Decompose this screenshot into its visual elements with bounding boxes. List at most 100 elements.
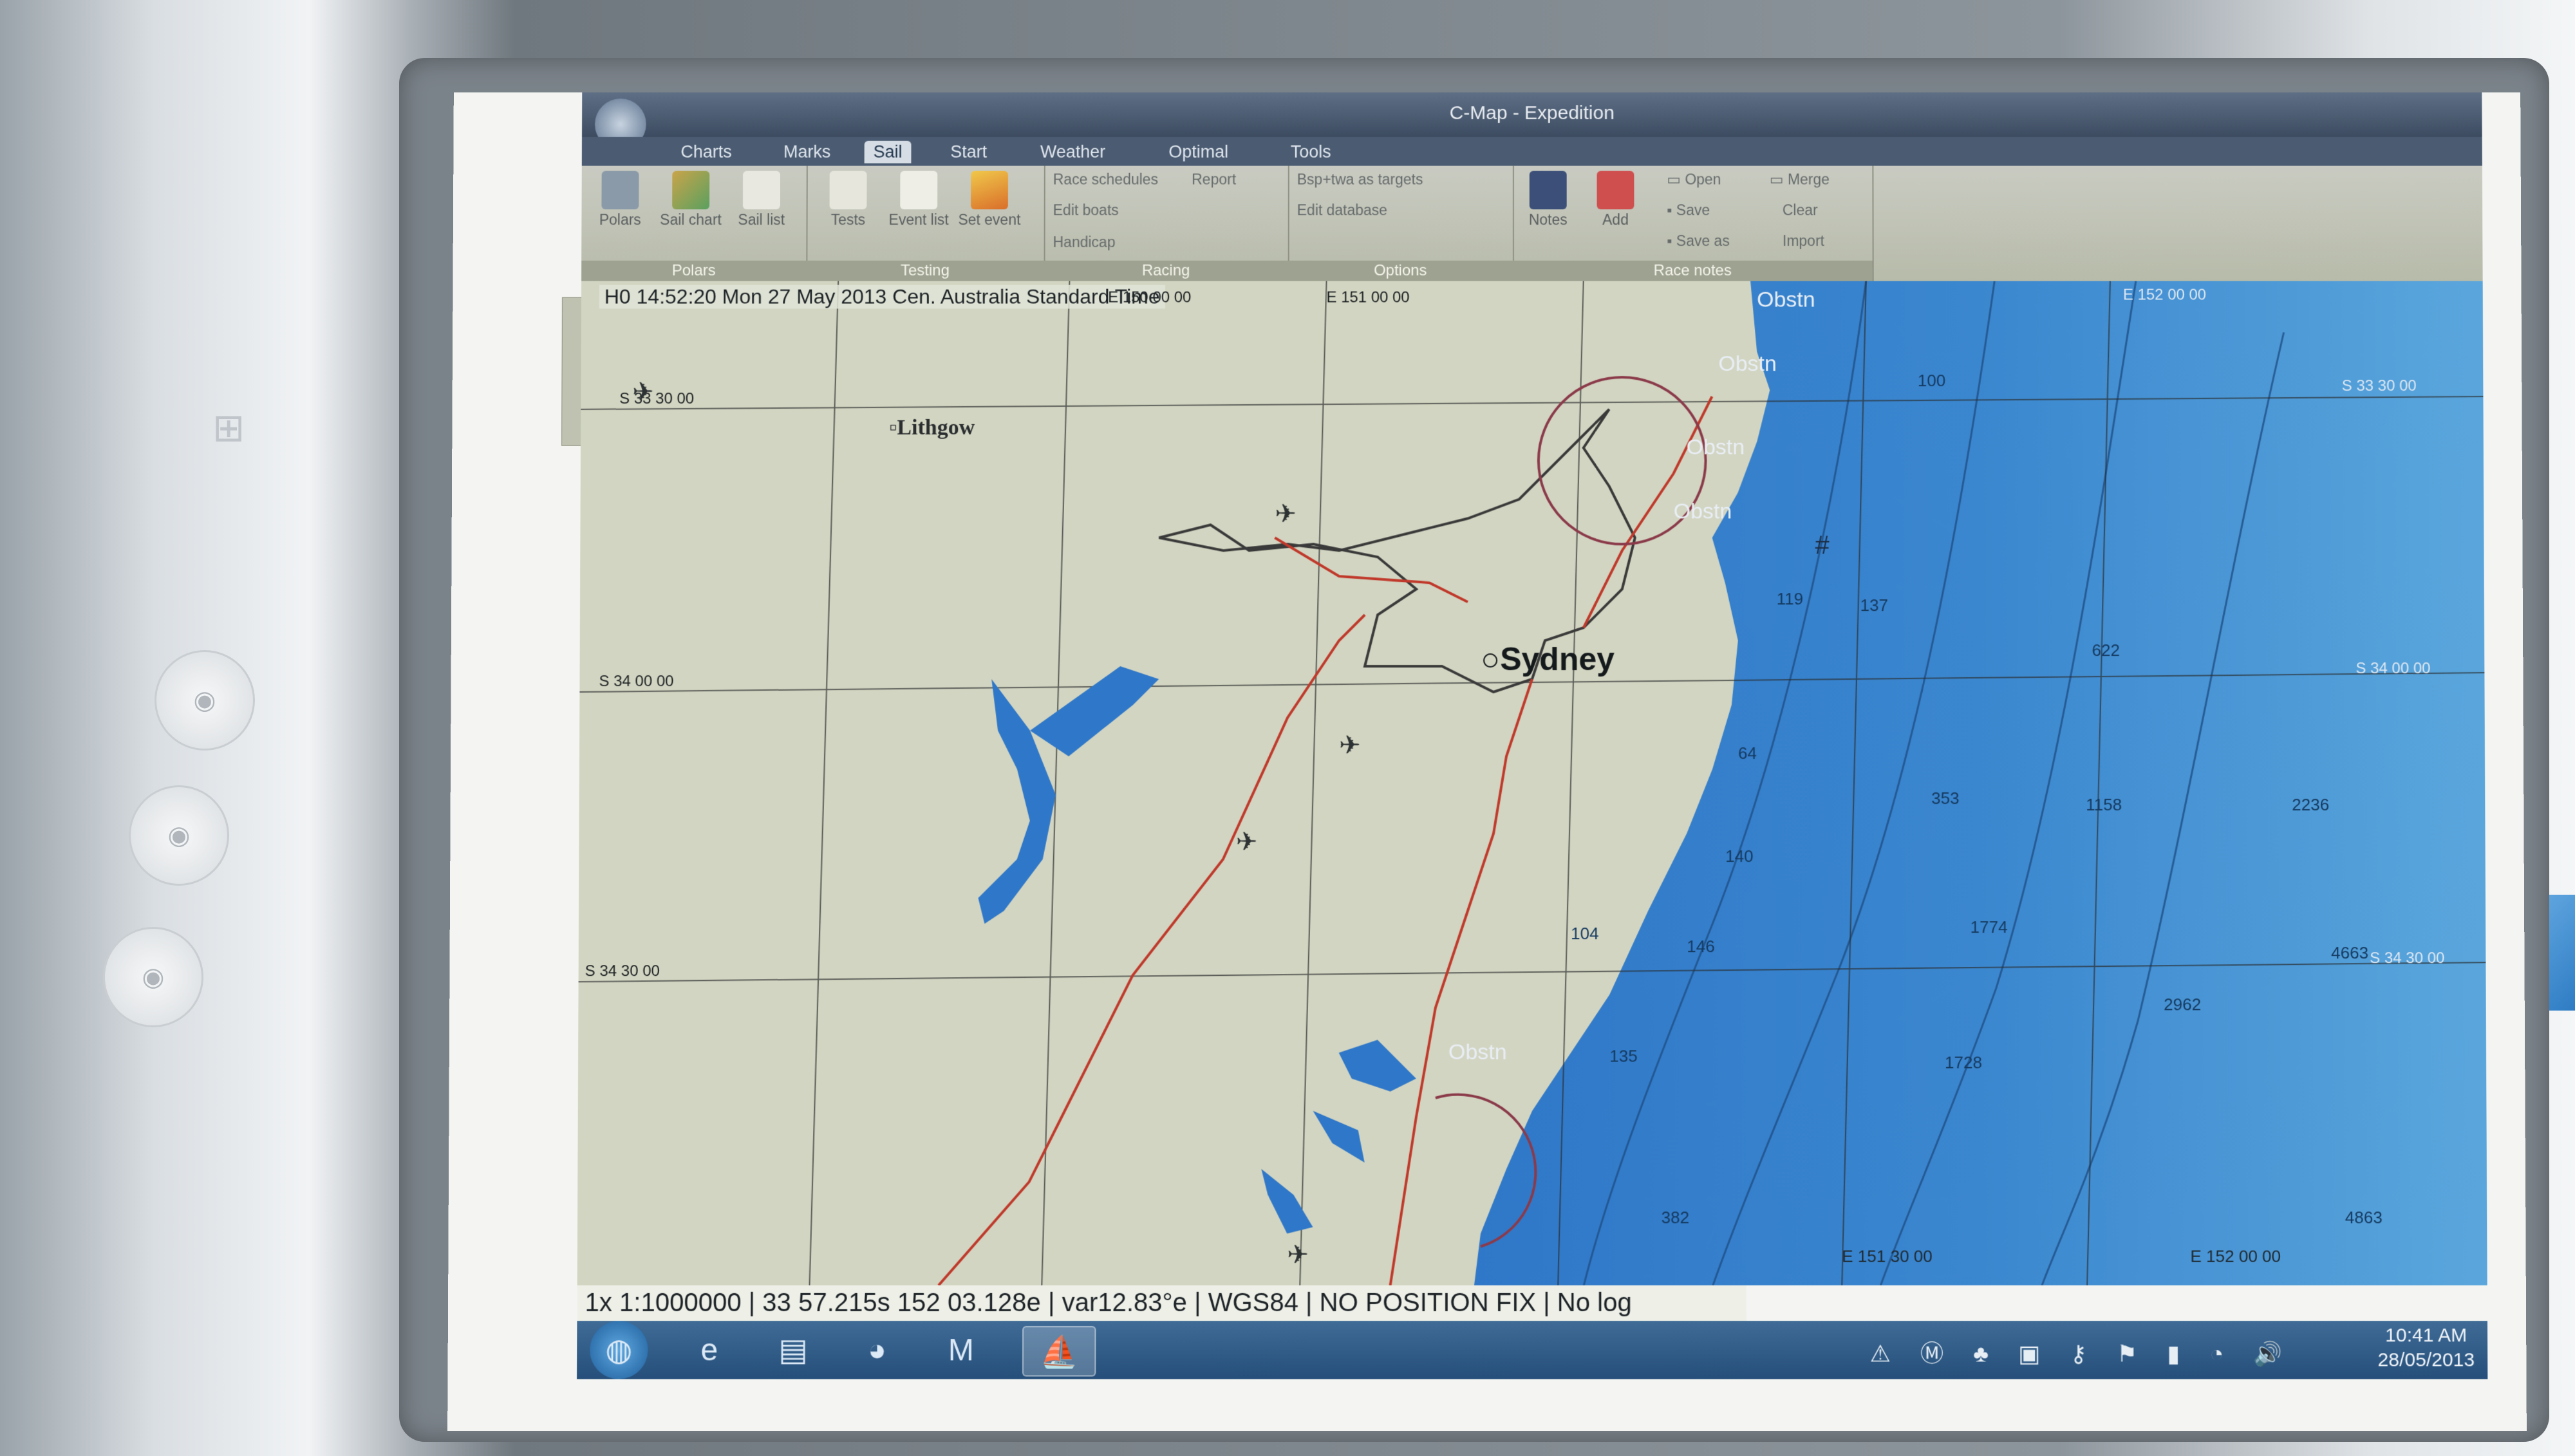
city-label-lithgow: ▫Lithgow bbox=[889, 415, 975, 440]
race-schedules-link[interactable]: Race schedules bbox=[1053, 171, 1158, 189]
save-link[interactable]: ▪ Save bbox=[1667, 201, 1710, 219]
sail-list-button[interactable]: Sail list bbox=[729, 171, 794, 228]
obstruction-label: Obstn bbox=[1673, 499, 1732, 524]
start-button-icon[interactable]: ◍ bbox=[590, 1321, 648, 1379]
airport-icon: ✈ bbox=[1287, 1240, 1309, 1269]
add-button[interactable]: Add bbox=[1584, 171, 1648, 228]
tablet-screen: C-Map - Expedition Charts Marks Sail Sta… bbox=[447, 92, 2527, 1431]
system-tray-icons[interactable]: ⚠ Ⓜ ♣ ▣ ⚷ ⚑ ▮ ◔ 🔊 bbox=[1870, 1335, 2294, 1368]
group-race-notes: Notes Add ▭ Open ▪ Save ▪ Save as ▭ Merg… bbox=[1512, 165, 1874, 281]
globe-app-icon[interactable]: ◕ bbox=[841, 1326, 912, 1374]
obstruction-label: Obstn bbox=[1757, 287, 1815, 312]
lat-label: S 34 30 00 bbox=[2370, 949, 2445, 967]
wreck-hash-icon: # bbox=[1815, 531, 1830, 560]
tab-sail[interactable]: Sail bbox=[864, 140, 912, 163]
obstruction-label: Obstn bbox=[1448, 1040, 1507, 1065]
tab-charts[interactable]: Charts bbox=[671, 141, 740, 163]
ribbon-tabs: Charts Marks Sail Start Weather Optimal … bbox=[581, 136, 2482, 166]
tab-optimal[interactable]: Optimal bbox=[1159, 141, 1237, 163]
town-marker-icon: ▫ bbox=[889, 415, 897, 440]
obstruction-label: Obstn bbox=[1718, 351, 1777, 377]
depth-sounding: 4663 bbox=[2331, 943, 2369, 963]
windows-taskbar: ◍ e ▤ ◕ M ⛵ ⚠ Ⓜ ♣ ▣ ⚷ ⚑ ▮ ◔ 🔊 10:41 AM 2… bbox=[577, 1321, 2488, 1379]
sail-chart-button[interactable]: Sail chart bbox=[659, 171, 723, 228]
tests-button[interactable]: Tests bbox=[816, 171, 881, 228]
add-note-icon bbox=[1596, 171, 1634, 210]
lon-label: E 151 30 00 bbox=[1842, 1246, 1933, 1266]
file-explorer-icon[interactable]: ▤ bbox=[758, 1326, 829, 1374]
depth-sounding: 137 bbox=[1860, 595, 1888, 615]
tab-weather[interactable]: Weather bbox=[1031, 141, 1114, 163]
lat-label: S 34 00 00 bbox=[599, 673, 674, 691]
depth-sounding: 1158 bbox=[2086, 795, 2122, 815]
airport-icon: ✈ bbox=[1235, 828, 1258, 857]
group-options: Bsp+twa as targets Edit database Options bbox=[1288, 165, 1514, 281]
event-list-button[interactable]: Event list bbox=[886, 171, 951, 228]
merge-icon: ▭ bbox=[1769, 171, 1788, 188]
notes-icon bbox=[1529, 171, 1567, 210]
depth-sounding: 104 bbox=[1571, 924, 1599, 944]
depth-sounding: 2236 bbox=[2292, 795, 2330, 815]
title-bar: C-Map - Expedition bbox=[581, 92, 2482, 150]
depth-sounding: 135 bbox=[1609, 1046, 1638, 1066]
set-event-button[interactable]: Set event bbox=[957, 171, 1022, 228]
bsp-twa-targets-link[interactable]: Bsp+twa as targets bbox=[1297, 171, 1423, 189]
sea-area bbox=[1474, 281, 2487, 1285]
depth-sounding: 622 bbox=[2092, 640, 2120, 660]
depth-sounding: 119 bbox=[1776, 589, 1804, 609]
lon-label: E 152 00 00 bbox=[2190, 1246, 2281, 1266]
depth-sounding: 140 bbox=[1725, 846, 1754, 866]
polars-button[interactable]: Polars bbox=[588, 171, 652, 228]
group-label-testing: Testing bbox=[806, 260, 1044, 281]
group-racing: Race schedules Report Edit boats Handica… bbox=[1044, 165, 1289, 281]
handicap-link[interactable]: Handicap bbox=[1053, 234, 1116, 251]
depth-sounding: 1728 bbox=[1944, 1052, 1982, 1072]
open-link[interactable]: ▭ Open bbox=[1667, 171, 1721, 189]
chart-map[interactable]: H0 14:52:20 Mon 27 May 2013 Cen. Austral… bbox=[577, 281, 2487, 1285]
clock-date: 28/05/2013 bbox=[2377, 1349, 2475, 1371]
ribbon: Polars Sail chart Sail list Polars Tests… bbox=[581, 165, 2483, 283]
polars-icon bbox=[601, 171, 639, 210]
hardware-button-a3[interactable]: ◉ bbox=[154, 650, 255, 751]
tests-icon bbox=[829, 171, 867, 210]
depth-sounding: 353 bbox=[1931, 788, 1960, 808]
internet-explorer-icon[interactable]: e bbox=[674, 1326, 745, 1374]
expedition-sail-icon[interactable]: ⛵ bbox=[1022, 1326, 1096, 1377]
group-label-race-notes: Race notes bbox=[1512, 260, 1873, 281]
mobile-app-icon[interactable]: M bbox=[926, 1326, 997, 1374]
airport-icon: ✈ bbox=[632, 378, 654, 406]
photo-background: ⊞ ◉ ◉ ◉ C-Map - Expedition Charts Marks … bbox=[0, 0, 2575, 1456]
hardware-button-a2[interactable]: ◉ bbox=[129, 785, 229, 886]
airport-icon: ✈ bbox=[1339, 731, 1361, 760]
edit-database-link[interactable]: Edit database bbox=[1297, 201, 1387, 219]
folder-icon: ▭ bbox=[1667, 171, 1685, 188]
edit-boats-link[interactable]: Edit boats bbox=[1053, 201, 1119, 219]
chart-canvas[interactable] bbox=[577, 281, 2487, 1285]
hardware-button-a1[interactable]: ◉ bbox=[103, 927, 203, 1027]
lat-label: S 34 30 00 bbox=[585, 962, 660, 980]
clock-time: 10:41 AM bbox=[2385, 1325, 2467, 1347]
depth-sounding: 1774 bbox=[1970, 917, 2008, 937]
save-as-link[interactable]: ▪ Save as bbox=[1667, 232, 1729, 250]
tab-marks[interactable]: Marks bbox=[774, 141, 839, 163]
save-icon: ▪ bbox=[1667, 201, 1676, 219]
save-as-icon: ▪ bbox=[1667, 232, 1676, 249]
depth-sounding: 64 bbox=[1737, 743, 1757, 763]
notes-button[interactable]: Notes bbox=[1516, 171, 1580, 228]
lat-label: S 34 00 00 bbox=[2355, 660, 2431, 678]
status-bar: 1x 1:1000000 | 33 57.215s 152 03.128e | … bbox=[577, 1285, 1747, 1321]
import-link[interactable]: Import bbox=[1783, 232, 1824, 250]
tab-tools[interactable]: Tools bbox=[1282, 141, 1340, 163]
merge-link[interactable]: ▭ Merge bbox=[1770, 171, 1830, 189]
system-clock[interactable]: 10:41 AM 28/05/2013 bbox=[2377, 1323, 2475, 1372]
clear-link[interactable]: Clear bbox=[1783, 201, 1818, 219]
lightning-icon bbox=[970, 171, 1008, 210]
report-link[interactable]: Report bbox=[1192, 171, 1236, 189]
tab-start[interactable]: Start bbox=[941, 141, 996, 163]
sail-chart-icon bbox=[672, 171, 710, 210]
city-label-sydney: ○Sydney bbox=[1481, 641, 1615, 678]
lat-label: S 33 30 00 bbox=[619, 390, 695, 407]
group-label-racing: Racing bbox=[1044, 260, 1288, 281]
windows-logo-icon: ⊞ bbox=[212, 406, 245, 449]
side-panel-tab[interactable] bbox=[561, 297, 583, 446]
